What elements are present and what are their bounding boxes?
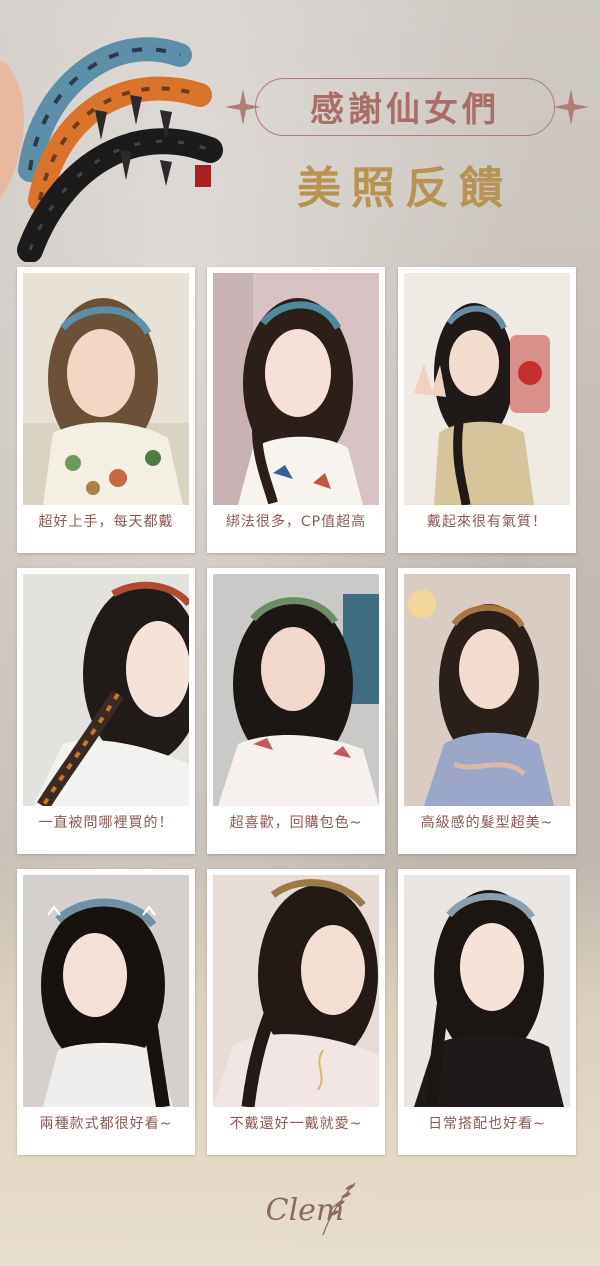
review-card: 兩種款式都很好看~ bbox=[17, 869, 195, 1155]
review-caption: 綁法很多，CP值超高 bbox=[225, 514, 367, 530]
sparkle-icon bbox=[553, 89, 589, 125]
customer-photo bbox=[213, 574, 379, 806]
customer-photo bbox=[213, 875, 379, 1107]
review-caption: 超好上手，每天都戴 bbox=[38, 514, 174, 530]
review-caption: 不戴還好一戴就愛~ bbox=[229, 1116, 363, 1132]
headband-product-image bbox=[0, 37, 223, 262]
customer-photo bbox=[23, 273, 189, 505]
customer-photo bbox=[404, 574, 570, 806]
review-card: 不戴還好一戴就愛~ bbox=[207, 869, 385, 1155]
page-title: 感謝仙女們 bbox=[310, 90, 500, 130]
review-card: 超好上手，每天都戴 bbox=[17, 267, 195, 553]
review-card: 高級感的髮型超美~ bbox=[398, 568, 576, 854]
customer-photo bbox=[213, 273, 379, 505]
review-card: 一直被問哪裡買的！ bbox=[17, 568, 195, 854]
brand-logo: Clem bbox=[245, 1175, 365, 1245]
review-card: 戴起來很有氣質！ bbox=[398, 267, 576, 553]
header: 感謝仙女們 美照反饋 bbox=[0, 0, 600, 262]
customer-photo bbox=[404, 875, 570, 1107]
review-caption: 一直被問哪裡買的！ bbox=[38, 815, 174, 831]
customer-photo bbox=[23, 574, 189, 806]
review-caption: 戴起來很有氣質！ bbox=[427, 514, 547, 530]
review-caption: 高級感的髮型超美~ bbox=[420, 815, 554, 831]
review-card: 綁法很多，CP值超高 bbox=[207, 267, 385, 553]
review-caption: 兩種款式都很好看~ bbox=[39, 1116, 173, 1132]
review-caption: 超喜歡，回購包色~ bbox=[229, 815, 363, 831]
page-subtitle: 美照反饋 bbox=[297, 163, 513, 214]
brand-logo-text: Clem bbox=[265, 1193, 345, 1228]
customer-photo bbox=[404, 273, 570, 505]
review-card: 日常搭配也好看~ bbox=[398, 869, 576, 1155]
review-card: 超喜歡，回購包色~ bbox=[207, 568, 385, 854]
review-caption: 日常搭配也好看~ bbox=[428, 1116, 546, 1132]
customer-photo bbox=[23, 875, 189, 1107]
